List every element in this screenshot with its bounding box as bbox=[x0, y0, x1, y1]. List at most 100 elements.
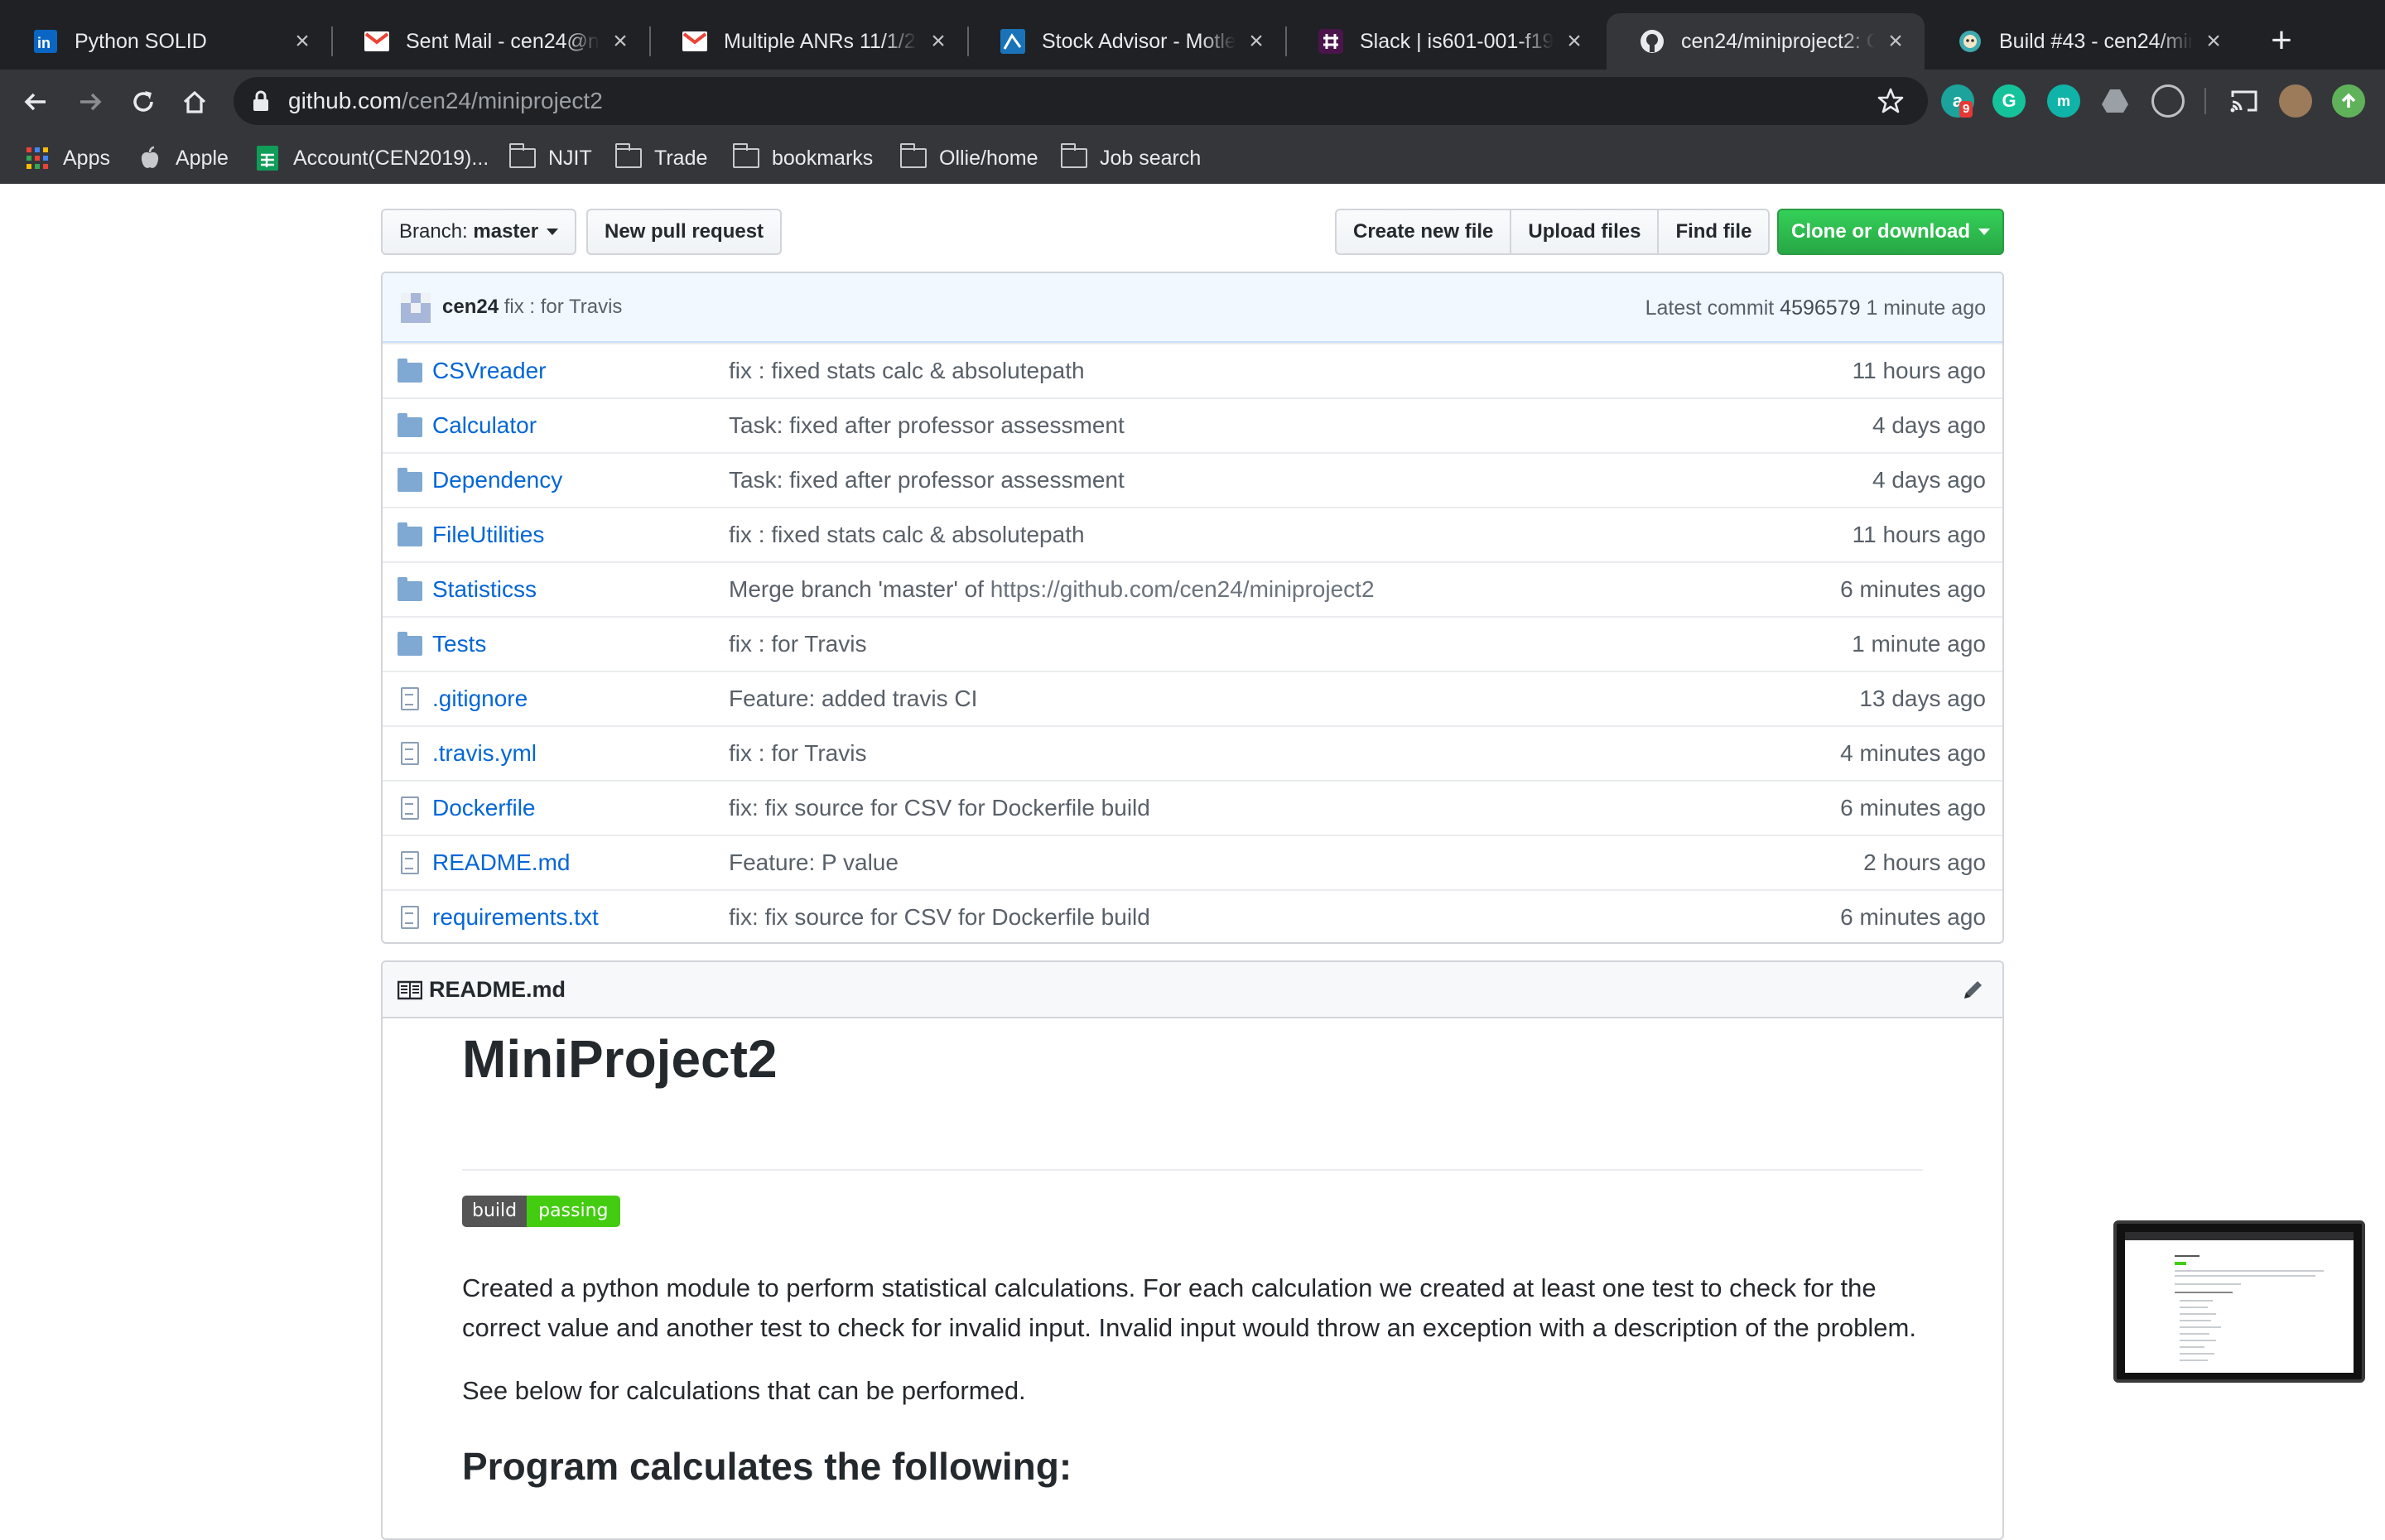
file-name-link[interactable]: README.md bbox=[432, 849, 570, 876]
bookmark-folder-njit[interactable]: NJIT bbox=[508, 141, 592, 176]
readme-header: README.md bbox=[383, 962, 2002, 1018]
author-avatar[interactable] bbox=[401, 293, 431, 323]
file-commit-message[interactable]: fix : fixed stats calc & absolutepath bbox=[729, 522, 1085, 548]
commit-author[interactable]: cen24 bbox=[442, 296, 499, 318]
thumbnail-line bbox=[2175, 1262, 2186, 1265]
file-commit-message[interactable]: fix : for Travis bbox=[729, 631, 866, 657]
button-label: Upload files bbox=[1528, 220, 1641, 243]
bookmark-folder-trade[interactable]: Trade bbox=[614, 141, 707, 176]
home-icon bbox=[183, 90, 206, 113]
edit-pencil-icon[interactable] bbox=[1961, 977, 1986, 1002]
bookmark-folder-job-search[interactable]: Job search bbox=[1060, 141, 1201, 176]
folder-icon bbox=[1060, 143, 1088, 171]
file-name-link[interactable]: .travis.yml bbox=[432, 740, 537, 767]
motley-fool-icon bbox=[1000, 29, 1025, 54]
extension-circle-icon[interactable] bbox=[2151, 84, 2185, 118]
close-tab-icon[interactable]: × bbox=[1883, 27, 1908, 55]
cast-icon[interactable] bbox=[2228, 84, 2261, 118]
file-name-link[interactable]: FileUtilities bbox=[432, 522, 544, 548]
gmail-icon bbox=[364, 29, 389, 54]
browser-toolbar: github.com/cen24/miniproject2 a 9 G m bbox=[0, 70, 2385, 132]
profile-avatar[interactable] bbox=[2279, 84, 2312, 118]
file-commit-message[interactable]: fix : for Travis bbox=[729, 740, 866, 767]
reload-button[interactable] bbox=[123, 81, 164, 123]
address-bar[interactable]: github.com/cen24/miniproject2 bbox=[234, 77, 1928, 125]
new-tab-button[interactable]: + bbox=[2261, 20, 2302, 61]
caret-down-icon bbox=[547, 229, 559, 235]
close-tab-icon[interactable]: × bbox=[2201, 27, 2226, 55]
file-name-link[interactable]: Statisticss bbox=[432, 576, 537, 603]
update-icon[interactable] bbox=[2332, 84, 2365, 118]
bookmark-folder-ollie[interactable]: Ollie/home bbox=[899, 141, 1038, 176]
thumbnail-chrome bbox=[2125, 1232, 2354, 1240]
commit-message-link[interactable]: https://github.com/cen24/miniproject2 bbox=[990, 576, 1375, 602]
browser-tab[interactable]: Stock Advisor - Motley Fool × bbox=[967, 13, 1285, 70]
file-name-link[interactable]: Tests bbox=[432, 631, 486, 657]
button-label: New pull request bbox=[605, 220, 764, 243]
file-commit-age: 4 minutes ago bbox=[1840, 740, 1986, 766]
close-tab-icon[interactable]: × bbox=[1562, 27, 1587, 55]
commit-age: 1 minute ago bbox=[1866, 296, 1986, 320]
google-drive-icon[interactable] bbox=[2098, 84, 2132, 118]
browser-tab[interactable]: Slack | is601-001-f19 | njit × bbox=[1285, 13, 1603, 70]
file-commit-message[interactable]: fix: fix source for CSV for Dockerfile b… bbox=[729, 904, 1150, 931]
file-name-link[interactable]: Dependency bbox=[432, 467, 562, 493]
file-name-link[interactable]: Dockerfile bbox=[432, 795, 535, 821]
bookmark-apps[interactable]: Apps bbox=[23, 141, 110, 176]
file-row: .gitignore Feature: added travis CI 13 d… bbox=[383, 671, 2002, 725]
build-status-badge[interactable]: build passing bbox=[462, 1196, 620, 1227]
commit-sha[interactable]: 4596579 bbox=[1780, 296, 1860, 320]
button-label: Find file bbox=[1675, 220, 1752, 243]
find-file-button[interactable]: Find file bbox=[1657, 209, 1771, 255]
browser-tab[interactable]: Sent Mail - cen24@njit.edu × bbox=[331, 13, 649, 70]
readme-filename: README.md bbox=[429, 977, 566, 1002]
back-button[interactable] bbox=[15, 81, 56, 123]
file-name-link[interactable]: CSVreader bbox=[432, 358, 546, 384]
tab-title: Python SOLID bbox=[75, 29, 207, 53]
forward-button[interactable] bbox=[70, 81, 111, 123]
latest-commit-bar: cen24 fix : for Travis Latest commit 459… bbox=[383, 273, 2002, 343]
file-row: README.md Feature: P value 2 hours ago bbox=[383, 835, 2002, 889]
bookmark-folder-bookmarks[interactable]: bookmarks bbox=[732, 141, 873, 176]
readme-paragraph: Created a python module to perform stati… bbox=[462, 1273, 1916, 1342]
file-commit-message[interactable]: Task: fixed after professor assessment bbox=[729, 467, 1125, 493]
create-new-file-button[interactable]: Create new file bbox=[1335, 209, 1512, 255]
close-tab-icon[interactable]: × bbox=[926, 27, 951, 55]
github-icon bbox=[1640, 29, 1665, 54]
tab-title: cen24/miniproject2: Created a bbox=[1681, 29, 1875, 53]
file-name-link[interactable]: requirements.txt bbox=[432, 904, 599, 931]
tab-title: Slack | is601-001-f19 | njit bbox=[1360, 29, 1554, 53]
file-commit-message[interactable]: fix: fix source for CSV for Dockerfile b… bbox=[729, 795, 1150, 821]
commit-message[interactable]: fix : for Travis bbox=[504, 296, 623, 318]
file-commit-message[interactable]: Task: fixed after professor assessment bbox=[729, 412, 1125, 439]
extension-m-icon[interactable]: m bbox=[2047, 84, 2080, 118]
file-name-link[interactable]: .gitignore bbox=[432, 686, 528, 712]
screenshot-thumbnail-preview[interactable] bbox=[2113, 1220, 2365, 1383]
close-tab-icon[interactable]: × bbox=[1244, 27, 1269, 55]
file-row: FileUtilities fix : fixed stats calc & a… bbox=[383, 507, 2002, 561]
upload-files-button[interactable]: Upload files bbox=[1510, 209, 1660, 255]
close-tab-icon[interactable]: × bbox=[290, 27, 315, 55]
branch-selector[interactable]: Branch: master bbox=[381, 209, 577, 255]
browser-tab-active[interactable]: cen24/miniproject2: Created a × bbox=[1607, 13, 1925, 70]
apple-icon bbox=[136, 146, 164, 171]
extension-icon[interactable]: a 9 bbox=[1941, 84, 1974, 118]
clone-or-download-button[interactable]: Clone or download bbox=[1777, 209, 2004, 255]
file-name-link[interactable]: Calculator bbox=[432, 412, 537, 439]
browser-tab[interactable]: Build #43 - cen24/miniproject2 × bbox=[1925, 13, 2243, 70]
file-commit-message[interactable]: Feature: added travis CI bbox=[729, 686, 977, 712]
close-tab-icon[interactable]: × bbox=[608, 27, 633, 55]
bookmark-apple[interactable]: Apple bbox=[136, 141, 229, 176]
browser-tab[interactable]: in Python SOLID × bbox=[0, 13, 331, 70]
file-commit-message[interactable]: fix : fixed stats calc & absolutepath bbox=[729, 358, 1085, 384]
browser-tab[interactable]: Multiple ANRs 11/1/2019 × bbox=[649, 13, 967, 70]
file-commit-message[interactable]: Feature: P value bbox=[729, 849, 899, 876]
grammarly-icon[interactable]: G bbox=[1992, 84, 2026, 118]
new-pull-request-button[interactable]: New pull request bbox=[586, 209, 783, 255]
bookmark-account[interactable]: Account(CEN2019)... bbox=[253, 141, 489, 176]
button-label: Create new file bbox=[1353, 220, 1494, 243]
home-button[interactable] bbox=[174, 81, 215, 123]
url-path: /cen24/miniproject2 bbox=[401, 88, 603, 113]
bookmark-star-icon[interactable] bbox=[1877, 87, 1905, 115]
commit-message-text[interactable]: Merge branch 'master' of bbox=[729, 576, 990, 602]
